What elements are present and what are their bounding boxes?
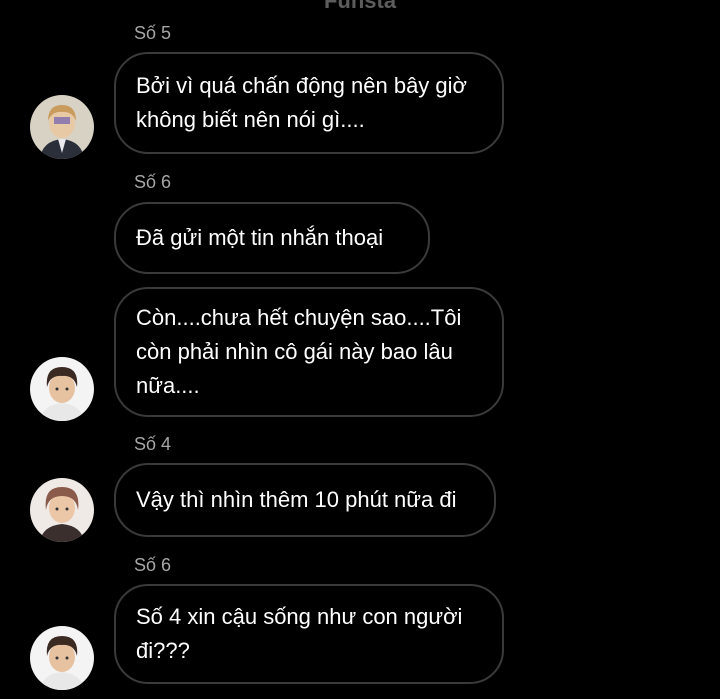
person-avatar-icon: [30, 626, 94, 690]
message-text: Vậy thì nhìn thêm 10 phút nữa đi: [136, 487, 457, 512]
person-avatar-icon: [30, 478, 94, 542]
message-text: Số 4 xin cậu sống như con người đi???: [136, 604, 463, 663]
message-sender-label: Số 5: [134, 23, 172, 43]
person-avatar-icon: [30, 95, 94, 159]
avatar[interactable]: [30, 357, 94, 421]
message-text: Còn....chưa hết chuyện sao....Tôi còn ph…: [136, 305, 462, 398]
avatar[interactable]: [30, 626, 94, 690]
message-sender-label: Số 6: [134, 555, 172, 575]
message-text: Bởi vì quá chấn động nên bây giờ không b…: [136, 73, 467, 132]
avatar[interactable]: [30, 95, 94, 159]
person-avatar-icon: [30, 357, 94, 421]
message-bubble[interactable]: Bởi vì quá chấn động nên bây giờ không b…: [114, 52, 504, 154]
message-bubble[interactable]: Vậy thì nhìn thêm 10 phút nữa đi: [114, 463, 496, 537]
avatar[interactable]: [30, 478, 94, 542]
voice-message-bubble[interactable]: Đã gửi một tin nhắn thoại: [114, 202, 430, 274]
chat-header-title: Funsta: [323, 0, 397, 13]
message-bubble[interactable]: Số 4 xin cậu sống như con người đi???: [114, 584, 504, 684]
message-text: Đã gửi một tin nhắn thoại: [136, 225, 384, 250]
message-sender-label: Số 6: [134, 172, 172, 192]
message-bubble[interactable]: Còn....chưa hết chuyện sao....Tôi còn ph…: [114, 287, 504, 417]
message-sender-label: Số 4: [134, 434, 172, 454]
